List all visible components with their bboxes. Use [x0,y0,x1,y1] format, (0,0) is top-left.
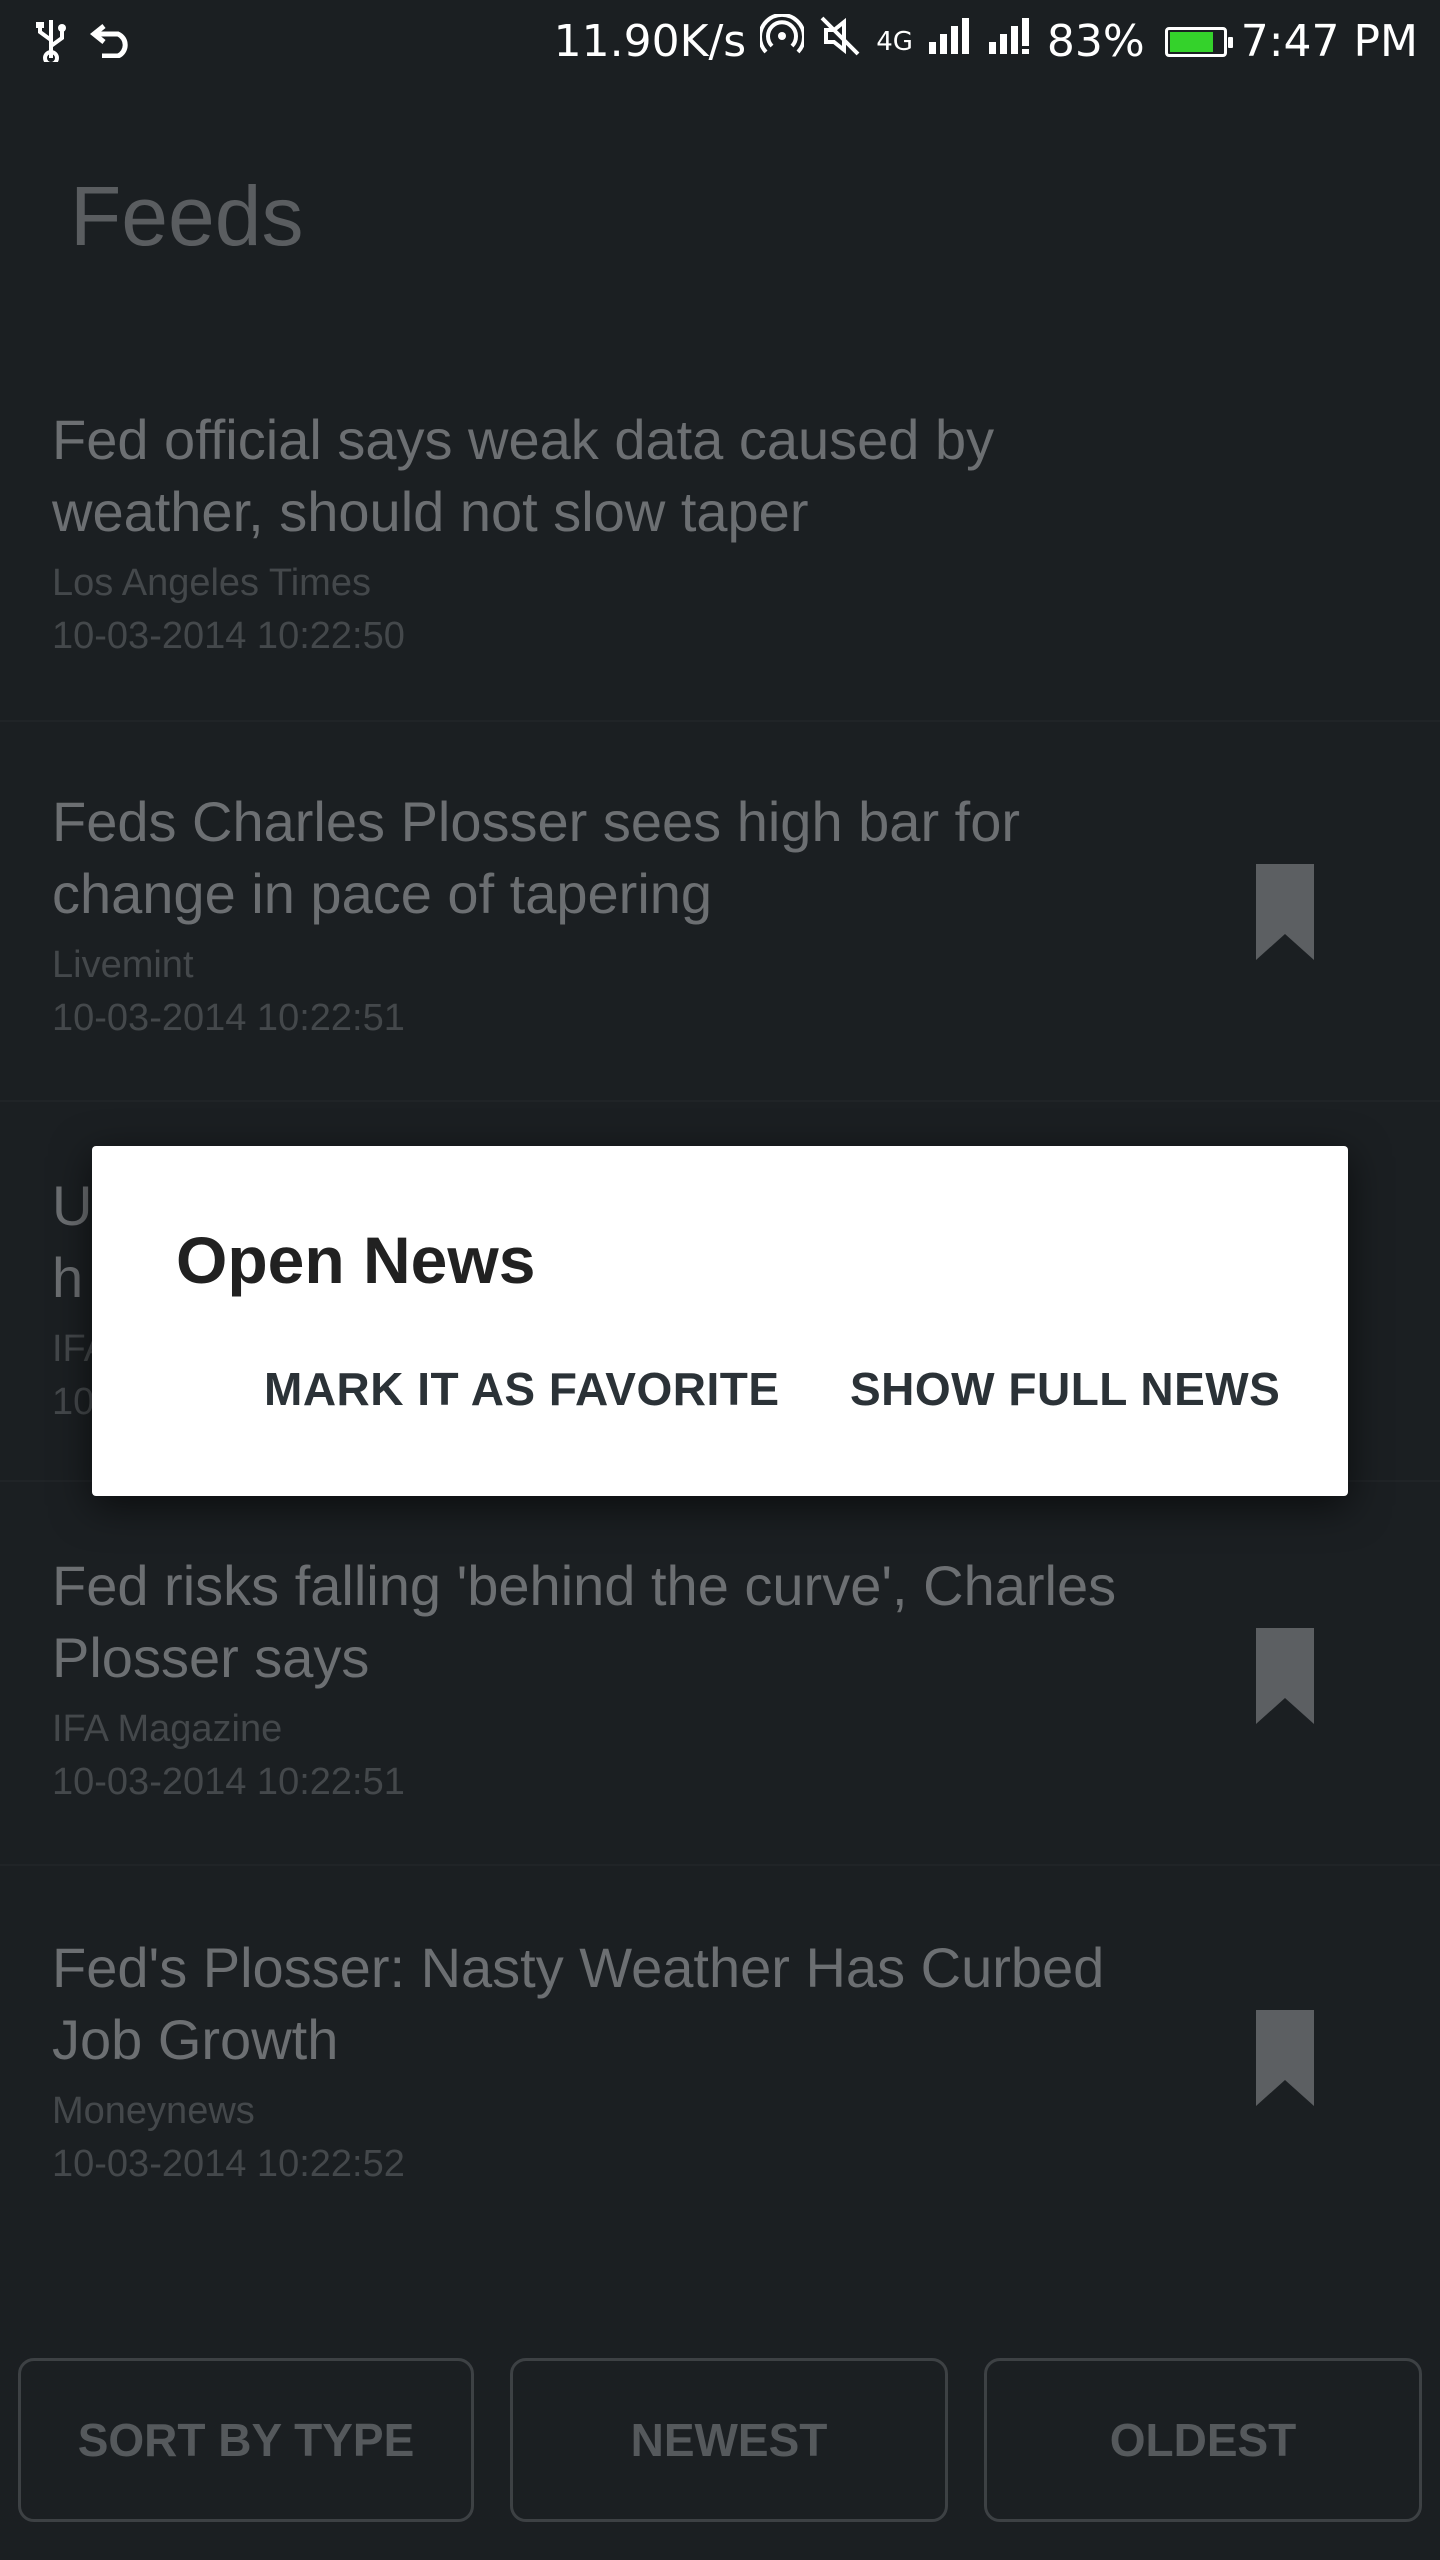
undo-arrow-icon [89,22,134,68]
sort-by-type-button[interactable]: SORT BY TYPE [18,2358,474,2522]
bookmark-icon[interactable] [1256,2010,1314,2106]
signal-icon [927,16,973,67]
feed-date: 10-03-2014 10:22:51 [52,1761,405,1803]
mute-icon [818,14,862,69]
feed-item[interactable]: Fed's Plosser: Nasty Weather Has Curbed … [52,1932,1352,2192]
hotspot-icon [758,12,807,69]
feed-item[interactable]: Fed official says weak data caused by we… [52,404,1352,664]
dialog-title: Open News [176,1223,536,1297]
clock: 7:47 PM [1240,16,1418,67]
bookmark-icon[interactable] [1256,1628,1314,1724]
feed-source: Moneynews [52,2090,255,2132]
feed-item[interactable]: Fed risks falling 'behind the curve', Ch… [52,1550,1352,1810]
feed-title: Fed's Plosser: Nasty Weather Has Curbed … [52,1936,1105,2071]
feed-date: 10-03-2014 10:22:50 [52,615,405,657]
bookmark-icon[interactable] [1256,864,1314,960]
network-type: 4G [876,26,913,57]
feed-title: Feds Charles Plosser sees high bar for c… [52,790,1020,925]
show-full-news-button[interactable]: SHOW FULL NEWS [850,1362,1280,1416]
net-speed: 11.90K/s [553,16,747,67]
divider [0,1100,1440,1102]
feed-source: Livemint [52,944,194,986]
page-title: Feeds [70,169,304,263]
status-right: 11.90K/s 4G 83% 7:47 PM [553,12,1418,69]
battery-percent: 83% [1046,16,1145,67]
status-bar: 11.90K/s 4G 83% 7:47 PM [0,0,1440,84]
usb-icon [34,18,68,72]
divider [0,1864,1440,1866]
signal-icon-2 [987,16,1033,67]
battery-icon [1164,26,1233,57]
feed-title: Fed official says weak data caused by we… [52,408,995,543]
feed-source: Los Angeles Times [52,562,371,604]
feed-item[interactable]: Feds Charles Plosser sees high bar for c… [52,786,1352,1046]
divider [0,720,1440,722]
newest-button[interactable]: NEWEST [510,2358,948,2522]
status-left [34,18,134,72]
feed-date: 10-03-2014 10:22:51 [52,997,405,1039]
feed-date: 10-03-2014 10:22:52 [52,2143,405,2185]
feed-title: Fed risks falling 'behind the curve', Ch… [52,1554,1117,1689]
feed-source: IFA Magazine [52,1708,283,1750]
mark-favorite-button[interactable]: MARK IT AS FAVORITE [264,1362,780,1416]
oldest-button[interactable]: OLDEST [984,2358,1422,2522]
open-news-dialog: Open News MARK IT AS FAVORITE SHOW FULL … [92,1146,1348,1496]
